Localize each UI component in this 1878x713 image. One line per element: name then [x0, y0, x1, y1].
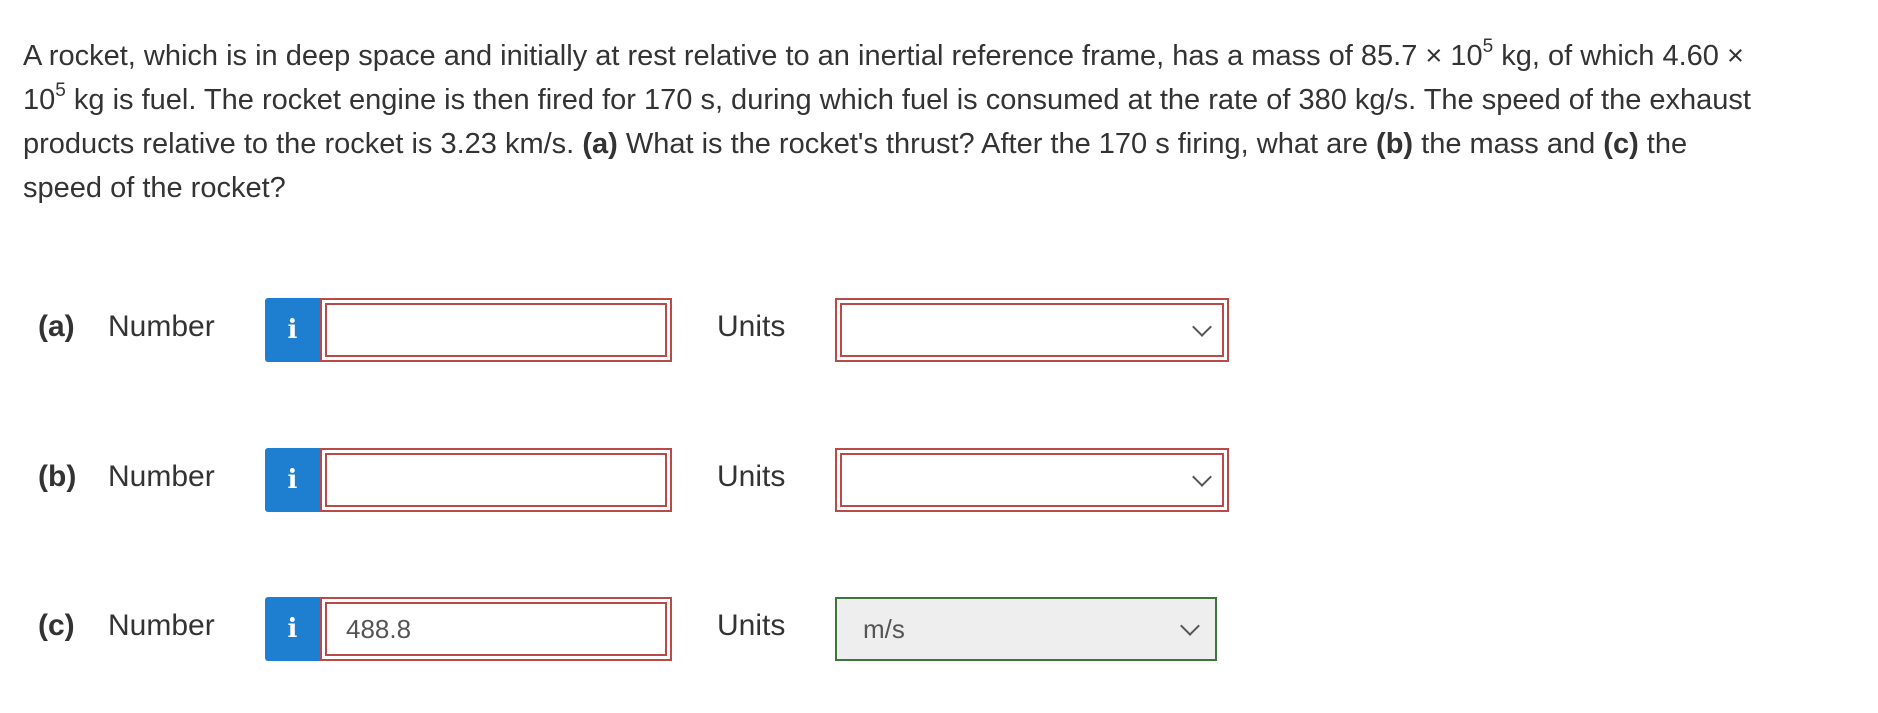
number-input-c[interactable]: [320, 597, 672, 661]
part-c-tag: (c): [1603, 128, 1639, 160]
question-line4: speed of the rocket?: [23, 172, 286, 204]
question-line3-b: What is the rocket's thrust? After the 1…: [617, 128, 1377, 160]
question-line1-b: kg, of which 4.60 ×: [1493, 40, 1744, 72]
question-line1-a: A rocket, which is in deep space and ini…: [23, 40, 1483, 72]
part-label: (a): [38, 310, 75, 343]
exponent: 5: [1482, 36, 1494, 58]
question-line3-c: the mass and: [1413, 128, 1604, 160]
number-label: Number: [108, 460, 215, 493]
units-select-b[interactable]: [835, 448, 1229, 512]
units-select-c[interactable]: m/s: [835, 597, 1217, 661]
part-label: (b): [38, 460, 77, 493]
part-a-tag: (a): [582, 128, 618, 160]
number-input-b[interactable]: [320, 448, 672, 512]
answer-row-a: (a) Number i Units: [0, 298, 1878, 362]
question-line3-d: the: [1638, 128, 1688, 160]
question-text: A rocket, which is in deep space and ini…: [23, 34, 1873, 210]
info-icon[interactable]: i: [265, 298, 320, 362]
number-label: Number: [108, 310, 215, 343]
answer-row-b: (b) Number i Units: [0, 448, 1878, 512]
answer-row-c: (c) Number i Units m/s: [0, 597, 1878, 661]
units-label: Units: [717, 460, 786, 493]
units-select-a[interactable]: [835, 298, 1229, 362]
chevron-down-icon: [1192, 467, 1212, 487]
question-line3-a: products relative to the rocket is 3.23 …: [23, 128, 583, 160]
units-label: Units: [717, 609, 786, 642]
part-b-tag: (b): [1376, 128, 1414, 160]
exponent: 5: [55, 80, 66, 102]
info-icon[interactable]: i: [265, 597, 320, 661]
chevron-down-icon: [1180, 616, 1200, 636]
units-selected-value: m/s: [863, 613, 905, 644]
units-label: Units: [717, 310, 786, 343]
question-line2-base: 10: [23, 84, 56, 116]
number-input-a[interactable]: [320, 298, 672, 362]
number-label: Number: [108, 609, 215, 642]
info-icon[interactable]: i: [265, 448, 320, 512]
chevron-down-icon: [1192, 317, 1212, 337]
part-label: (c): [38, 609, 75, 642]
question-line2-b: kg is fuel. The rocket engine is then fi…: [65, 84, 1751, 116]
